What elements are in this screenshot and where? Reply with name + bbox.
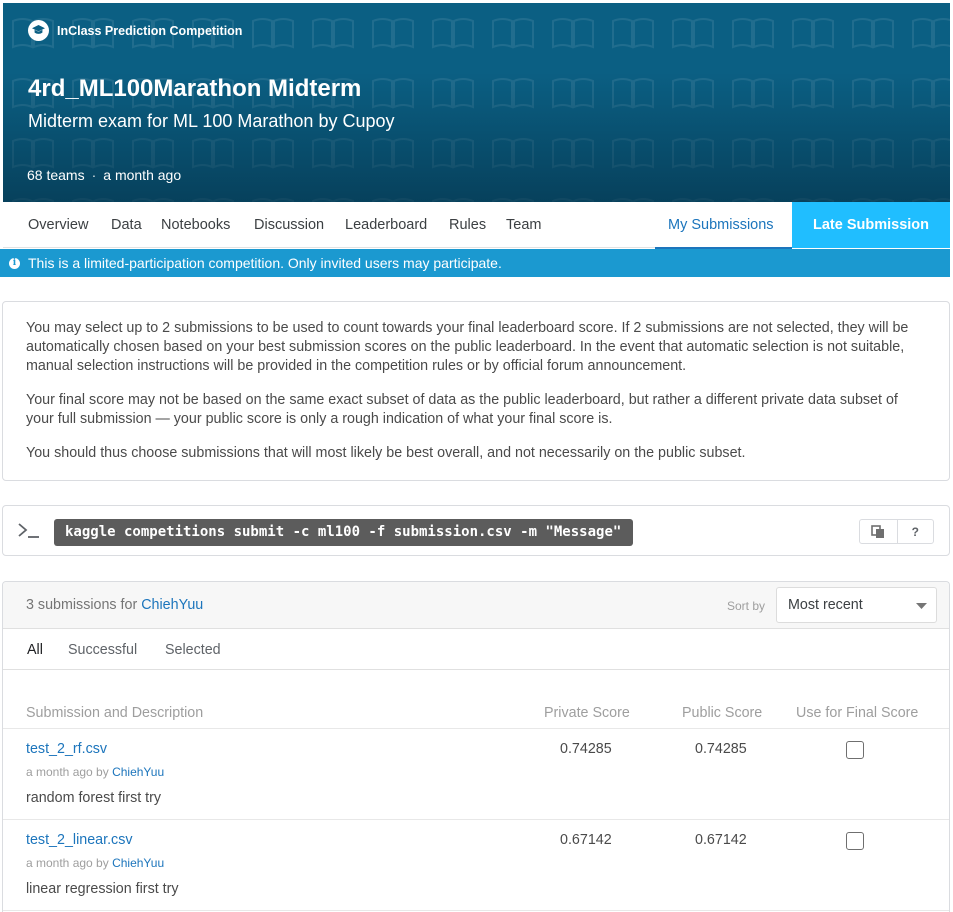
column-header-description: Submission and Description bbox=[26, 705, 204, 721]
submission-time: a month ago by bbox=[26, 856, 109, 870]
late-submission-button[interactable]: Late Submission bbox=[792, 202, 950, 248]
caret-down-icon bbox=[916, 603, 927, 609]
submission-user-link[interactable]: ChiehYuu bbox=[112, 856, 164, 870]
tab-discussion[interactable]: Discussion bbox=[254, 202, 324, 248]
submission-count: 3 submissions for ChiehYuu bbox=[26, 597, 203, 613]
submission-meta: a month ago by ChiehYuu bbox=[26, 856, 164, 870]
meta-separator: · bbox=[91, 167, 97, 183]
submitter-link[interactable]: ChiehYuu bbox=[141, 597, 203, 613]
submission-count-text: 3 submissions for bbox=[26, 597, 138, 613]
tab-my-submissions[interactable]: My Submissions bbox=[668, 202, 774, 248]
sort-dropdown[interactable]: Most recent bbox=[776, 587, 937, 623]
tab-notebooks[interactable]: Notebooks bbox=[161, 202, 230, 248]
use-for-final-checkbox[interactable] bbox=[846, 832, 864, 850]
column-header-final-score: Use for Final Score bbox=[796, 705, 919, 721]
submission-filter-tabs: All Successful Selected bbox=[3, 629, 949, 670]
team-count: 68 teams bbox=[27, 167, 85, 183]
info-paragraph-selection: You may select up to 2 submissions to be… bbox=[26, 320, 909, 374]
column-header-private-score: Private Score bbox=[544, 705, 630, 721]
submission-row: test_2_rf.csv a month ago by ChiehYuu ra… bbox=[3, 729, 949, 820]
submission-meta: a month ago by ChiehYuu bbox=[26, 765, 164, 779]
competition-type-label: InClass Prediction Competition bbox=[57, 23, 243, 38]
help-button[interactable]: ? bbox=[896, 520, 934, 543]
api-command-box: kaggle competitions submit -c ml100 -f s… bbox=[2, 505, 950, 556]
filter-selected[interactable]: Selected bbox=[165, 642, 221, 658]
info-paragraph-advice: You should thus choose submissions that … bbox=[26, 445, 746, 461]
public-score: 0.67142 bbox=[695, 832, 747, 848]
submission-file-link[interactable]: test_2_linear.csv bbox=[26, 832, 133, 848]
submission-row: test_2_linear.csv a month ago by ChiehYu… bbox=[3, 820, 949, 911]
submission-user-link[interactable]: ChiehYuu bbox=[112, 765, 164, 779]
tab-team[interactable]: Team bbox=[506, 202, 541, 248]
submission-description: linear regression first try bbox=[26, 881, 179, 897]
competition-age: a month ago bbox=[103, 167, 182, 183]
api-command-text[interactable]: kaggle competitions submit -c ml100 -f s… bbox=[54, 519, 633, 546]
column-header-public-score: Public Score bbox=[682, 705, 763, 721]
submission-file-link[interactable]: test_2_rf.csv bbox=[26, 741, 107, 757]
submissions-header: 3 submissions for ChiehYuu Sort by Most … bbox=[3, 582, 949, 629]
info-paragraph-private-data: Your final score may not be based on the… bbox=[26, 392, 898, 427]
competition-meta: 68 teams · a month ago bbox=[27, 167, 181, 183]
sort-label: Sort by bbox=[727, 599, 766, 613]
competition-type-badge: InClass Prediction Competition bbox=[28, 20, 242, 41]
command-actions: ? bbox=[859, 519, 934, 544]
filter-successful[interactable]: Successful bbox=[68, 642, 137, 658]
graduation-cap-icon bbox=[28, 20, 49, 41]
competition-header: InClass Prediction Competition 4rd_ML100… bbox=[3, 3, 950, 202]
tab-rules[interactable]: Rules bbox=[449, 202, 486, 248]
submissions-panel: 3 submissions for ChiehYuu Sort by Most … bbox=[2, 581, 950, 912]
public-score: 0.74285 bbox=[695, 741, 747, 757]
filter-all[interactable]: All bbox=[27, 642, 43, 658]
use-for-final-checkbox[interactable] bbox=[846, 741, 864, 759]
competition-title: 4rd_ML100Marathon Midterm bbox=[28, 75, 362, 102]
competition-tabs: Overview Data Notebooks Discussion Leade… bbox=[3, 202, 950, 249]
private-score: 0.67142 bbox=[560, 832, 612, 848]
copy-command-button[interactable] bbox=[860, 520, 897, 543]
tab-overview[interactable]: Overview bbox=[28, 202, 88, 248]
copy-icon bbox=[871, 524, 885, 538]
tab-leaderboard[interactable]: Leaderboard bbox=[345, 202, 427, 248]
private-score: 0.74285 bbox=[560, 741, 612, 757]
limited-participation-alert: i This is a limited-participation compet… bbox=[0, 249, 950, 277]
submission-description: random forest first try bbox=[26, 790, 162, 806]
submission-time: a month ago by bbox=[26, 765, 109, 779]
tab-data[interactable]: Data bbox=[111, 202, 142, 248]
sort-selected-value: Most recent bbox=[788, 597, 863, 613]
terminal-prompt-icon bbox=[18, 523, 39, 538]
info-icon: i bbox=[9, 257, 20, 269]
final-score-info-box: You may select up to 2 submissions to be… bbox=[2, 301, 950, 481]
alert-text: This is a limited-participation competit… bbox=[28, 255, 502, 271]
competition-subtitle: Midterm exam for ML 100 Marathon by Cupo… bbox=[28, 111, 395, 131]
